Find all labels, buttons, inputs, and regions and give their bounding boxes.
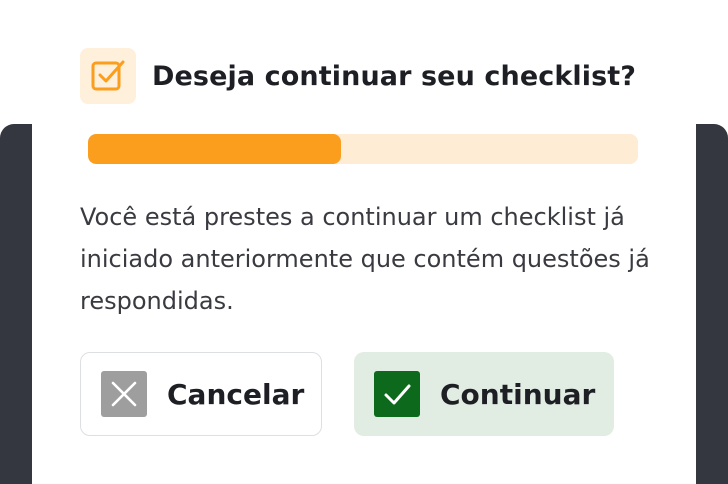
dialog-message: Você está prestes a continuar um checkli… <box>80 203 650 315</box>
continue-button[interactable]: Continuar <box>354 352 614 436</box>
cancel-button[interactable]: Cancelar <box>80 352 322 436</box>
cancel-label: Cancelar <box>167 377 305 411</box>
dialog-title: Deseja continuar seu checklist? <box>152 60 637 92</box>
check-icon <box>374 371 420 417</box>
continue-label: Continuar <box>440 377 596 411</box>
close-icon <box>101 371 147 417</box>
checklist-progress-bar <box>88 134 638 164</box>
checkbox-icon <box>80 48 136 104</box>
progress-fill <box>88 134 341 164</box>
dialog-header: Deseja continuar seu checklist? <box>80 48 636 104</box>
